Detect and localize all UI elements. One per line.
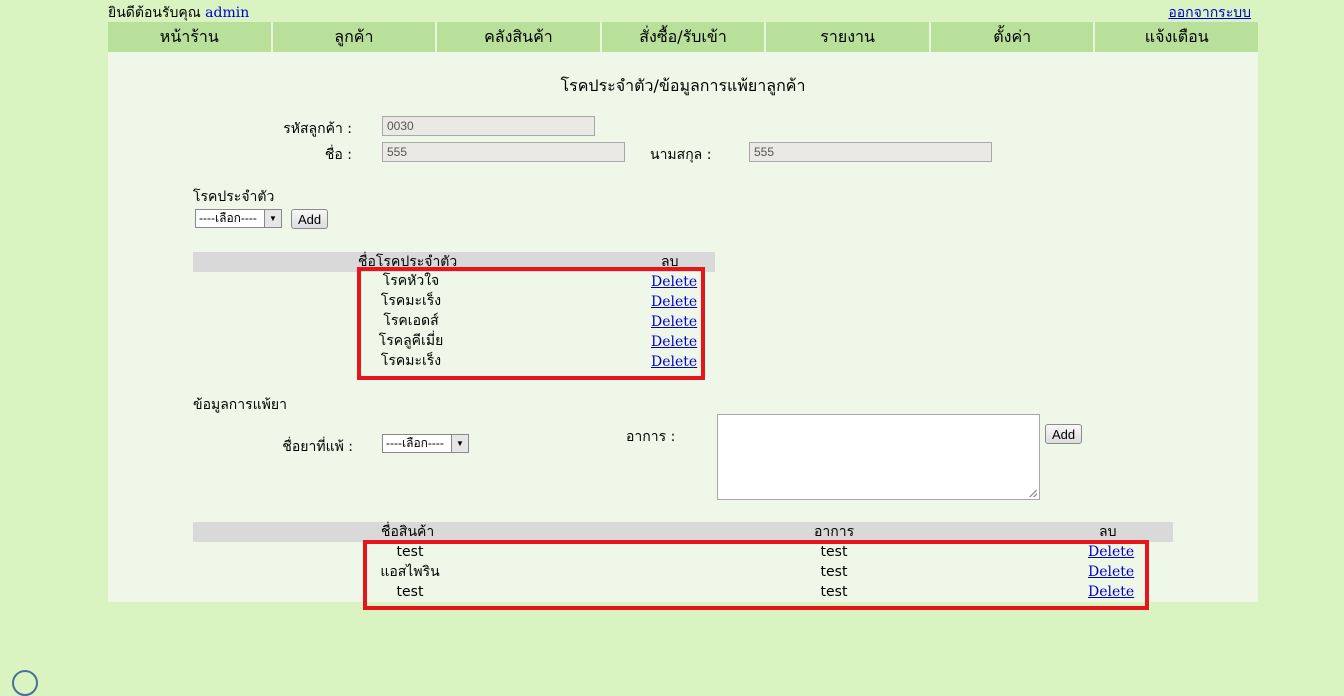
- logout-link[interactable]: ออกจากระบบ: [1168, 2, 1251, 24]
- welcome-message: ยินดีต้อนรับคุณ admin: [108, 2, 249, 24]
- customer-name-field[interactable]: 555: [382, 142, 625, 162]
- allergy-drug-label: ชื่อยาที่แพ้ :: [282, 439, 353, 455]
- content-panel: โรคประจำตัว/ข้อมูลการแพ้ยาลูกค้า รหัสลูก…: [108, 52, 1258, 610]
- nav-item-customers[interactable]: ลูกค้า: [272, 22, 438, 52]
- customer-surname-field[interactable]: 555: [749, 142, 992, 162]
- nav-item-settings[interactable]: ตั้งค่า: [930, 22, 1096, 52]
- symptom-textarea[interactable]: [717, 414, 1040, 500]
- welcome-text: ยินดีต้อนรับคุณ: [108, 5, 201, 21]
- disease-heading: โรคประจำตัว: [193, 189, 275, 205]
- nav-item-alerts[interactable]: แจ้งเตือน: [1095, 22, 1259, 52]
- nav-item-purchasing[interactable]: สั่งซื้อ/รับเข้า: [601, 22, 767, 52]
- nav-item-reports[interactable]: รายงาน: [766, 22, 931, 52]
- highlight-box: [363, 540, 1149, 610]
- customer-surname-label: นามสกุล :: [650, 147, 712, 163]
- corner-circle-icon: [12, 670, 38, 696]
- allergy-drug-select[interactable]: ----เลือก---- ▼: [382, 434, 469, 453]
- customer-id-label: รหัสลูกค้า :: [283, 121, 352, 137]
- col-symptom: อาการ: [814, 524, 855, 540]
- chevron-down-icon: ▼: [451, 435, 468, 452]
- nav-item-inventory[interactable]: คลังสินค้า: [437, 22, 602, 52]
- highlight-box: [357, 267, 705, 380]
- username: admin: [205, 5, 250, 21]
- col-product: ชื่อสินค้า: [381, 524, 435, 540]
- page-title: โรคประจำตัว/ข้อมูลการแพ้ยาลูกค้า: [560, 76, 806, 95]
- allergy-drug-select-value: ----เลือก----: [386, 436, 444, 450]
- top-bar: ยินดีต้อนรับคุณ admin ออกจากระบบ: [108, 2, 1251, 21]
- col-allergy-delete: ลบ: [1099, 524, 1117, 540]
- allergy-heading: ข้อมูลการแพ้ยา: [193, 397, 287, 413]
- customer-name-label: ชื่อ :: [324, 147, 352, 163]
- main-nav: หน้าร้าน ลูกค้า คลังสินค้า สั่งซื้อ/รับเ…: [108, 22, 1259, 52]
- allergy-table-header: ชื่อสินค้า อาการ ลบ: [193, 522, 1173, 542]
- add-disease-button[interactable]: Add: [291, 209, 328, 229]
- add-allergy-button[interactable]: Add: [1045, 424, 1082, 444]
- disease-select[interactable]: ----เลือก---- ▼: [195, 209, 282, 228]
- disease-select-value: ----เลือก----: [199, 211, 257, 225]
- chevron-down-icon: ▼: [264, 210, 281, 227]
- nav-item-storefront[interactable]: หน้าร้าน: [108, 22, 273, 52]
- customer-id-field[interactable]: 0030: [382, 116, 595, 136]
- symptom-label: อาการ :: [626, 429, 676, 445]
- resize-grip-icon[interactable]: [1029, 489, 1037, 497]
